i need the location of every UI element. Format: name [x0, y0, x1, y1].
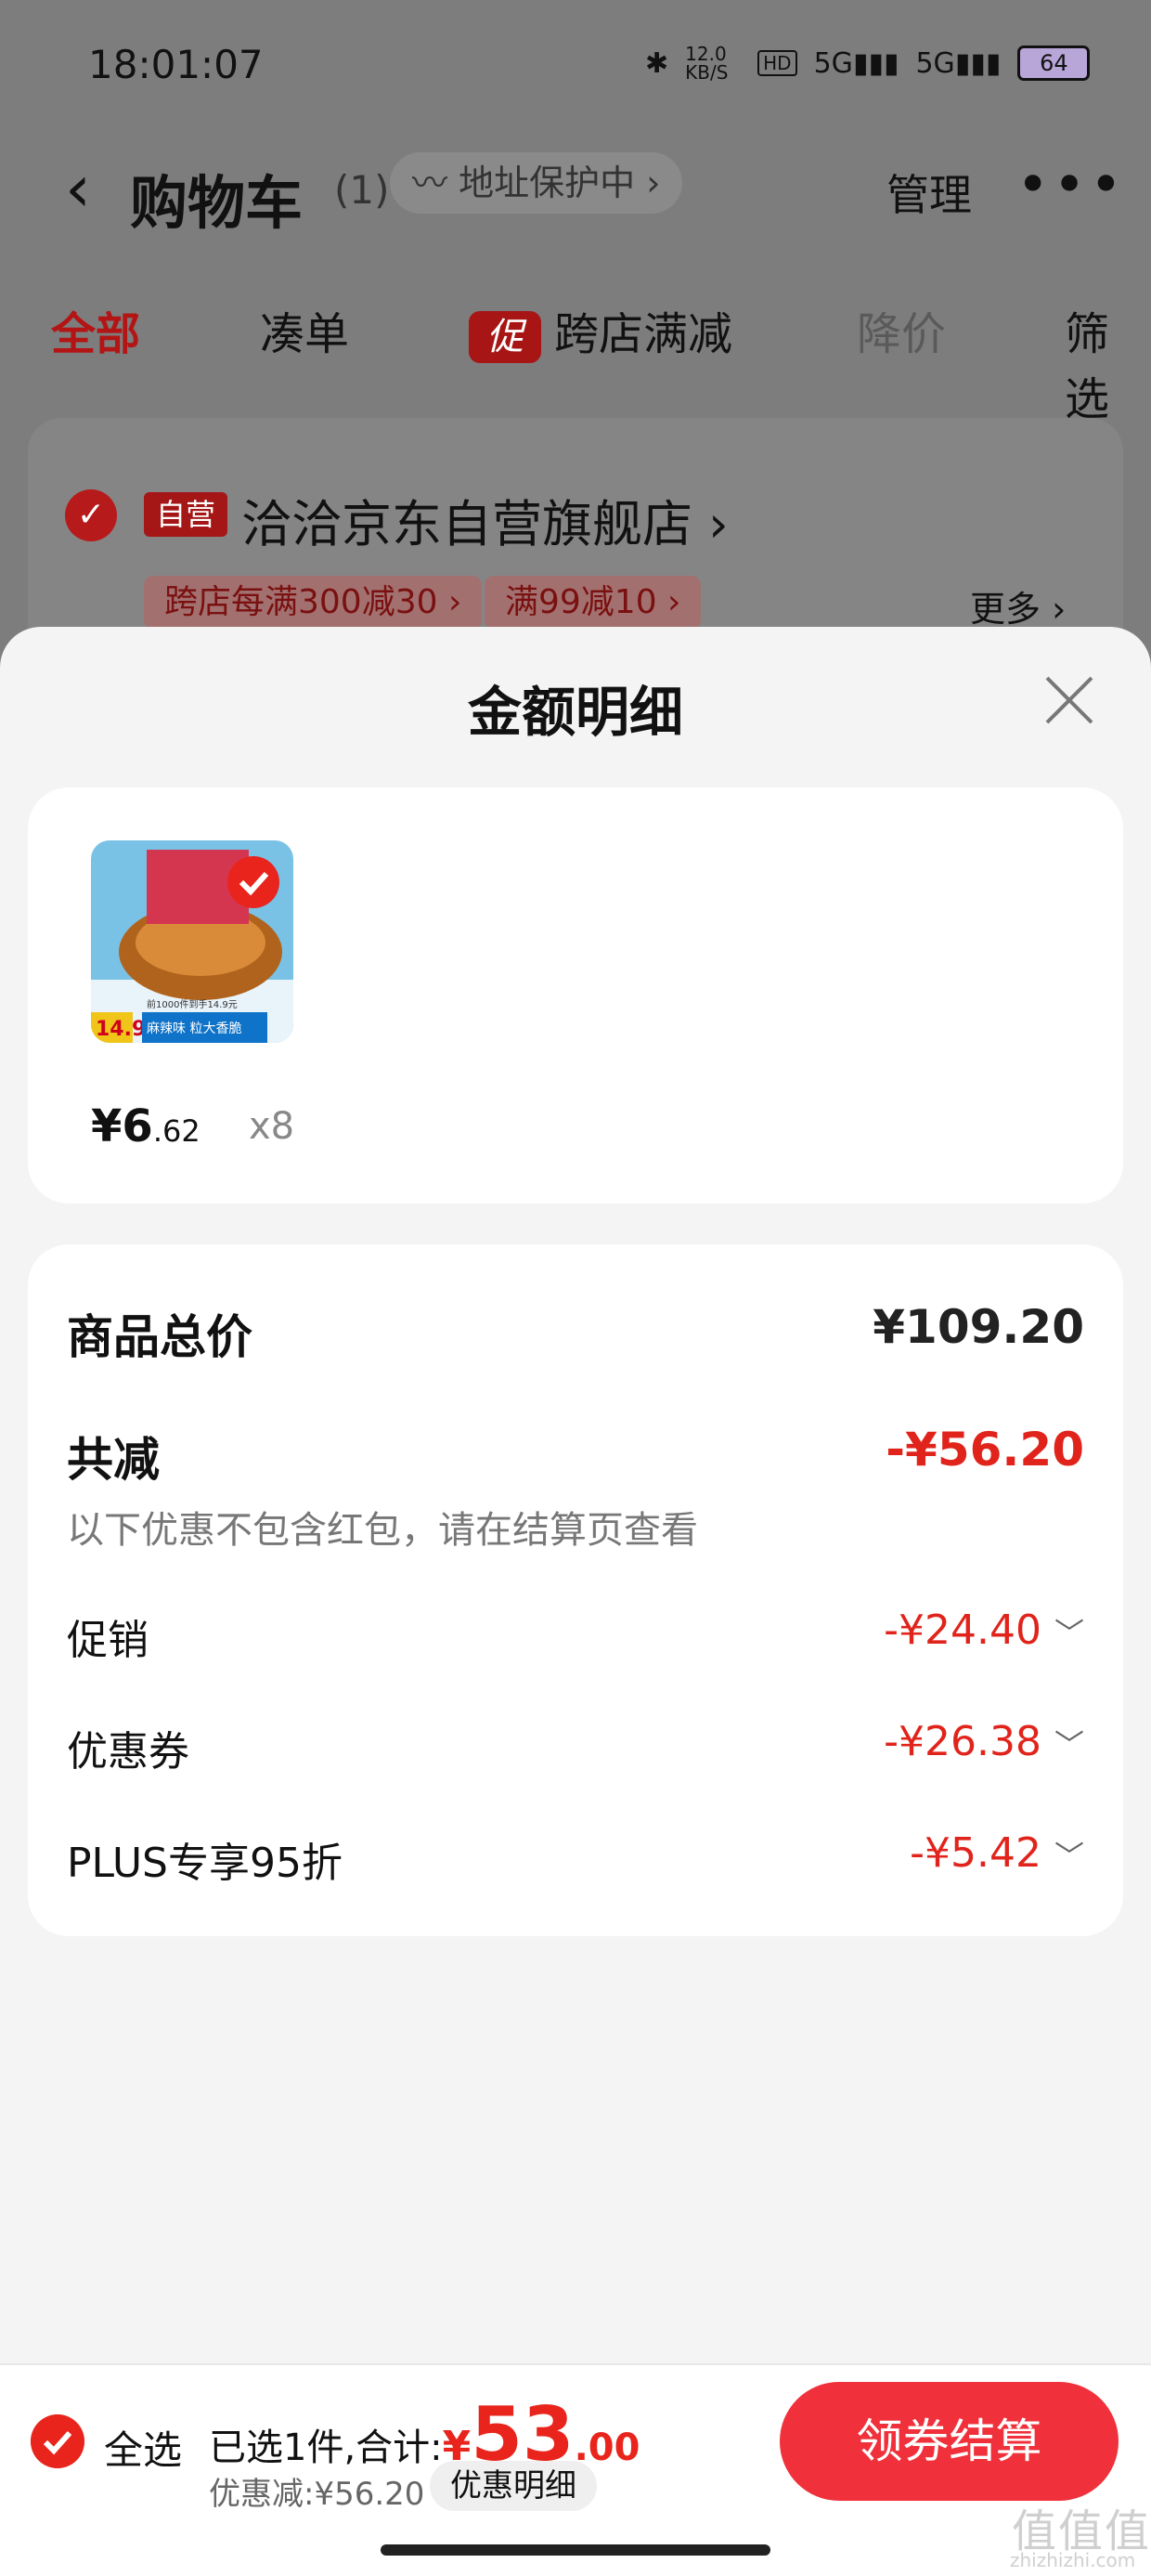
total-price-value: ¥109.20 — [873, 1300, 1084, 1354]
chevron-down-icon-3: ﹀ — [1054, 1839, 1084, 1874]
address-protection-chip[interactable]: 〰 地址保护中 › — [390, 152, 683, 214]
plus-discount-value[interactable]: -¥5.42 ﹀ — [910, 1829, 1084, 1877]
discount-detail-button[interactable]: 优惠明细 — [430, 2461, 597, 2511]
promotion-label: 促销 — [67, 1617, 149, 1664]
tab-price-drop[interactable]: 降价 — [857, 297, 946, 362]
plus-discount-label: PLUS专享95折 — [67, 1840, 343, 1887]
bluetooth-icon: ✱ — [645, 46, 669, 80]
image-caption: 麻辣味 粒大香脆 — [147, 1021, 241, 1036]
checkout-button[interactable]: 领券结算 — [780, 2382, 1119, 2501]
chevron-down-icon-2: ﹀ — [1054, 1727, 1084, 1763]
select-all-label[interactable]: 全选 — [104, 2419, 182, 2476]
discount-amount: 优惠减:¥56.20 — [209, 2476, 425, 2513]
cart-header: ‹ 购物车 (1) 〰 地址保护中 › 管理 ••• — [0, 139, 1151, 241]
watermark-url: zhizhizhi.com — [1010, 2549, 1136, 2571]
coupon-value[interactable]: -¥26.38 ﹀ — [884, 1718, 1084, 1765]
close-icon[interactable] — [1040, 670, 1099, 730]
hd-icon: HD — [757, 50, 797, 76]
back-arrow-icon[interactable]: ‹ — [65, 150, 91, 227]
reduction-note: 以下优惠不包含红包，请在结算页查看 — [67, 1509, 698, 1552]
chevron-right-icon: › — [646, 163, 661, 203]
more-promos-link[interactable]: 更多 › — [970, 580, 1066, 631]
promotion-value[interactable]: -¥24.40 ﹀ — [884, 1607, 1084, 1654]
select-all-check-icon[interactable] — [31, 2414, 84, 2468]
network-speed: 12.0 KB/S — [685, 43, 729, 84]
self-operated-tag: 自营 — [144, 492, 227, 537]
image-price-label: 14.9 — [96, 1018, 146, 1041]
home-indicator[interactable] — [381, 2544, 770, 2556]
store-name[interactable]: 洽洽京东自营旗舰店 › — [241, 483, 729, 556]
total-reduction-value: -¥56.20 — [886, 1423, 1084, 1477]
total-price-label: 商品总价 — [67, 1310, 252, 1364]
more-options-icon[interactable]: ••• — [1016, 152, 1126, 217]
promo-badge: 促 — [469, 311, 541, 363]
total-reduction-label: 共减 — [67, 1433, 160, 1487]
coupon-label: 优惠券 — [67, 1728, 189, 1776]
image-top-text: 前1000件到手14.9元 — [147, 998, 238, 1010]
battery-icon: 64 — [1017, 46, 1091, 81]
signal-5g-icon-2: 5G▮▮▮ — [915, 46, 1002, 80]
status-time: 18:01:07 — [88, 42, 264, 87]
store-check-icon[interactable]: ✓ — [65, 489, 117, 541]
product-thumbnail: 14.9 麻辣味 粒大香脆 前1000件到手14.9元 — [91, 840, 293, 1043]
tab-cross-store[interactable]: 促跨店满减 — [469, 297, 732, 363]
chevron-down-icon: ﹀ — [1054, 1616, 1084, 1651]
manage-button[interactable]: 管理 — [886, 162, 972, 223]
cart-count: (1) — [334, 167, 390, 213]
product-image[interactable]: 14.9 麻辣味 粒大香脆 前1000件到手14.9元 — [91, 840, 293, 1043]
signal-5g-icon: 5G▮▮▮ — [813, 46, 899, 80]
status-icons: ✱ 12.0 KB/S HD 5G▮▮▮ 5G▮▮▮ 64 — [645, 43, 1091, 84]
status-bar: 18:01:07 ✱ 12.0 KB/S HD 5G▮▮▮ 5G▮▮▮ 64 — [0, 0, 1151, 130]
shield-icon: 〰 — [412, 163, 448, 203]
tab-all[interactable]: 全部 — [51, 297, 140, 362]
store-promo-chip[interactable]: 跨店每满300减30 › — [144, 576, 483, 630]
tab-combine[interactable]: 凑单 — [260, 297, 349, 362]
tab-filter[interactable]: 筛选 — [1065, 297, 1151, 427]
page-title: 购物车 — [130, 169, 304, 237]
store-promo-chip-2[interactable]: 满99减10 › — [485, 576, 702, 630]
product-unit-price: ¥6.62 — [91, 1100, 200, 1152]
sheet-title: 金额明细 — [467, 681, 683, 744]
product-quantity: x8 — [249, 1105, 295, 1148]
filter-tabs: 全部 凑单 促跨店满减 降价 筛选 — [0, 297, 1151, 425]
